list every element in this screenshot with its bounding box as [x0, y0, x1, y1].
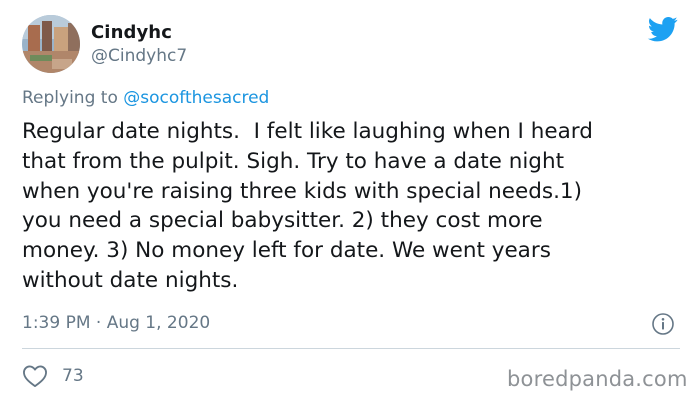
replying-to-label: Replying to [22, 88, 124, 108]
author-handle[interactable]: @Cindyhc7 [91, 46, 187, 66]
watermark-logo: boredpanda.com [507, 367, 688, 391]
divider [22, 348, 680, 349]
author-display-name[interactable]: Cindyhc [91, 22, 172, 43]
avatar[interactable] [22, 15, 80, 73]
like-button[interactable]: 73 [22, 364, 84, 388]
tweet-text: Regular date nights. I felt like laughin… [22, 119, 593, 293]
heart-icon [23, 365, 47, 387]
like-count: 73 [62, 366, 84, 386]
reply-mention-link[interactable]: @socofthesacred [123, 88, 269, 108]
tweet-timestamp[interactable]: 1:39 PM · Aug 1, 2020 [22, 313, 210, 333]
info-icon[interactable] [651, 312, 675, 336]
replying-to-line: Replying to @socofthesacred [22, 88, 269, 108]
twitter-bird-icon[interactable] [646, 14, 680, 44]
